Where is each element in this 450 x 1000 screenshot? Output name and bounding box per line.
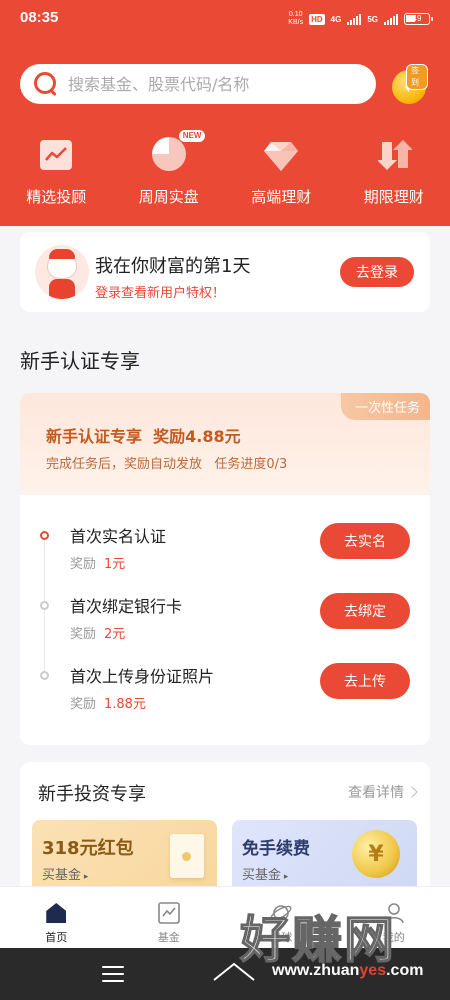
yuan-coin-icon: ¥ [352, 830, 400, 878]
network-4g-label: 4G [330, 14, 342, 24]
signal-icon-2 [384, 13, 398, 25]
mascot-avatar [35, 245, 89, 299]
red-envelope-icon [170, 834, 204, 878]
signal-icon [347, 13, 362, 25]
watermark-url-highlight: yes [359, 962, 387, 979]
task-reward-label: 奖励 [70, 697, 97, 712]
quick-nav-label: 期限理财 [363, 188, 424, 206]
diamond-icon [261, 134, 301, 174]
task-headline: 新手认证专享 奖励4.88元 [46, 427, 241, 446]
view-details-link[interactable]: 查看详情 [348, 782, 416, 802]
search-icon [34, 72, 58, 96]
task-name: 首次实名认证 [70, 527, 167, 546]
search-input[interactable] [68, 74, 348, 94]
quick-nav-weekly-live[interactable]: NEW 周周实盘 [113, 130, 226, 207]
timeline-dot [40, 671, 49, 680]
quick-nav-fixed-term[interactable]: 期限理财 [338, 134, 450, 207]
tab-label: 首页 [45, 931, 68, 944]
timeline-dot [40, 601, 49, 610]
net-speed: 0.10 KB/s [288, 11, 303, 27]
signin-button[interactable]: 签到 [392, 64, 428, 104]
tab-fund[interactable]: 基金 [113, 887, 226, 948]
bind-card-button[interactable]: 去绑定 [320, 593, 410, 629]
watermark-url-prefix: www.zhuan [272, 962, 360, 979]
upload-id-button[interactable]: 去上传 [320, 663, 410, 699]
network-5g-label: 5G [367, 14, 378, 24]
promo-subtitle: 买基金 [242, 864, 288, 883]
quick-nav-high-end[interactable]: 高端理财 [225, 134, 338, 207]
watermark-url: www.zhuanyes.com [272, 962, 423, 980]
task-reward-value: 1.88元 [104, 697, 146, 712]
quick-nav-label: 周周实盘 [138, 188, 199, 206]
task-name: 首次上传身份证照片 [70, 667, 215, 686]
newbie-section-title: 新手认证专享 [20, 349, 140, 373]
site-watermark: 好赚网 www.zhuanyes.com [210, 898, 450, 998]
app-header: 08:35 0.10 KB/s HD 4G 5G 49 签到 [0, 0, 450, 226]
net-speed-value: 0.10 [288, 11, 303, 18]
login-button[interactable]: 去登录 [340, 257, 414, 287]
watermark-url-suffix: .com [386, 962, 424, 979]
net-speed-unit: KB/s [288, 19, 304, 26]
invest-section-title: 新手投资专享 [38, 784, 146, 805]
task-row-verify-identity: 首次实名认证 奖励 1元 去实名 [20, 495, 430, 572]
task-row-upload-id: 首次上传身份证照片 奖励 1.88元 去上传 [20, 635, 430, 712]
hd-icon: HD [309, 13, 325, 25]
fund-chart-icon [157, 901, 181, 925]
login-subtitle[interactable]: 登录查看新用户特权！ [95, 282, 225, 301]
status-icons: 0.10 KB/s HD 4G 5G 49 [288, 11, 433, 27]
login-title: 我在你财富的第1天 [95, 256, 251, 277]
trend-chart-icon [36, 134, 76, 174]
promo-subtitle: 买基金 [42, 864, 88, 883]
task-description: 完成任务后，奖励自动发放 任务进度0/3 [46, 457, 288, 472]
status-time: 08:35 [20, 9, 59, 26]
new-badge: NEW [178, 130, 206, 142]
newbie-invest-card: 新手投资专享 查看详情 318元红包 买基金 免手续费 买基金 ¥ [20, 762, 430, 902]
signin-tag: 签到 [406, 64, 428, 90]
battery-icon: 49 [404, 13, 433, 25]
quick-nav: 精选投顾 NEW 周周实盘 高端理财 期限理财 [0, 130, 450, 207]
newbie-task-card: 一次性任务 新手认证专享 奖励4.88元 完成任务后，奖励自动发放 任务进度0/… [20, 393, 430, 745]
login-card: 我在你财富的第1天 登录查看新用户特权！ 去登录 [20, 232, 430, 312]
pie-chart-icon: NEW [149, 130, 206, 174]
status-bar: 08:35 0.10 KB/s HD 4G 5G 49 [0, 0, 450, 38]
quick-nav-label: 精选投顾 [26, 188, 87, 206]
menu-icon[interactable] [102, 966, 124, 982]
task-card-header: 一次性任务 新手认证专享 奖励4.88元 完成任务后，奖励自动发放 任务进度0/… [20, 393, 430, 495]
quick-nav-label: 高端理财 [251, 188, 312, 206]
task-row-bind-card: 首次绑定银行卡 奖励 2元 去绑定 [20, 565, 430, 642]
promo-title: 318元红包 [42, 838, 134, 859]
search-bar[interactable] [20, 64, 376, 104]
battery-level: 49 [412, 14, 422, 23]
house-outline-icon [213, 962, 255, 981]
promo-title: 免手续费 [242, 839, 310, 859]
quick-nav-selected-advisor[interactable]: 精选投顾 [0, 134, 113, 207]
swap-arrows-icon [374, 134, 414, 174]
timeline-dot-active [40, 531, 49, 540]
tab-label: 基金 [157, 931, 180, 944]
home-icon [44, 901, 68, 925]
verify-identity-button[interactable]: 去实名 [320, 523, 410, 559]
task-name: 首次绑定银行卡 [70, 597, 183, 616]
one-time-task-tag: 一次性任务 [340, 393, 430, 420]
tab-home[interactable]: 首页 [0, 887, 113, 948]
